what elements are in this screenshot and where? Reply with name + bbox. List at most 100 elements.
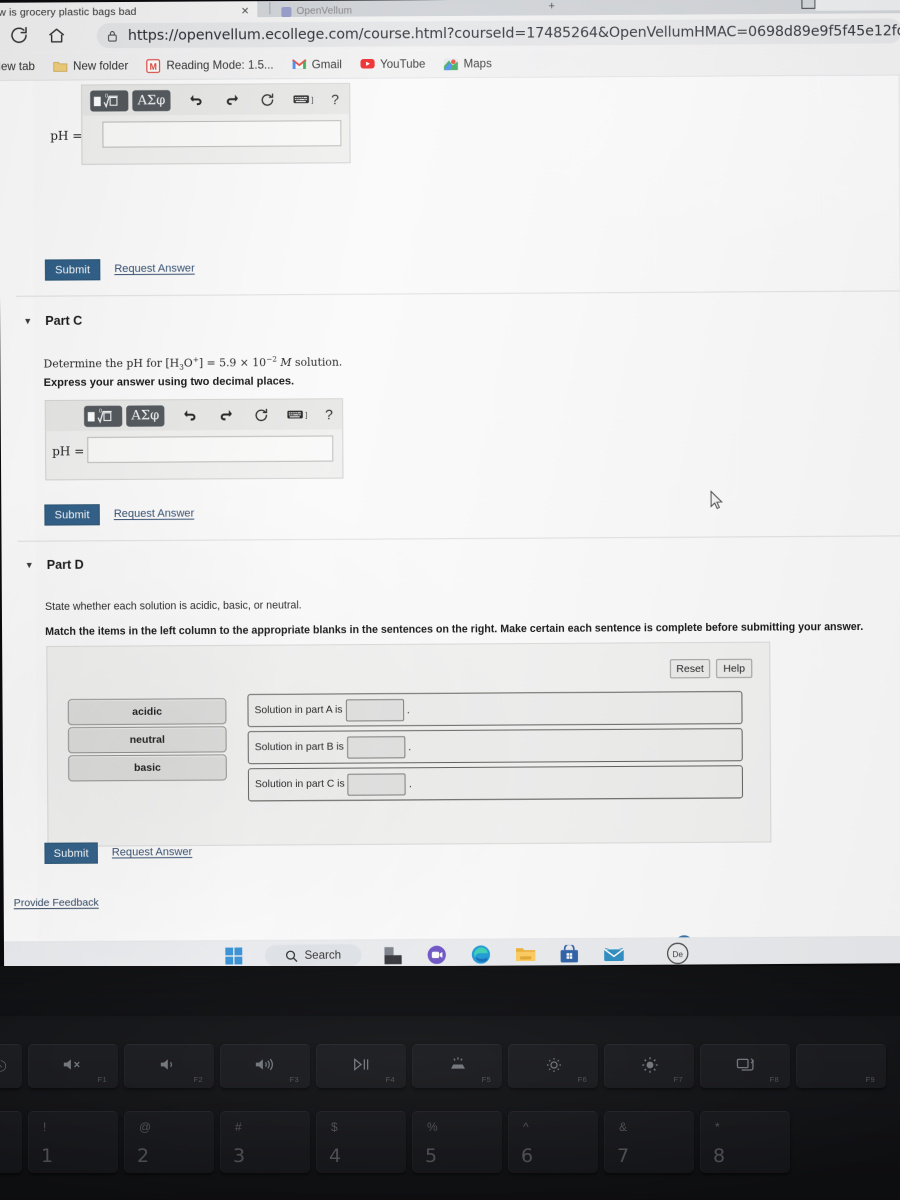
key-5[interactable]: % 5 bbox=[412, 1111, 502, 1173]
reset-icon[interactable] bbox=[249, 404, 273, 425]
help-icon[interactable]: ? bbox=[319, 404, 339, 425]
bookmark-maps[interactable]: Maps bbox=[434, 56, 500, 70]
key-label: F8 bbox=[769, 1075, 779, 1084]
part-d-submit-button[interactable]: Submit bbox=[44, 842, 98, 864]
reset-button[interactable]: Reset bbox=[669, 659, 711, 679]
redo-icon[interactable] bbox=[219, 89, 245, 110]
key-esc-partial[interactable]: ⎋ bbox=[0, 1044, 22, 1088]
keyboard-icon[interactable]: ] bbox=[289, 89, 319, 110]
new-tab-button[interactable]: + bbox=[548, 0, 555, 12]
part-b-answer-input[interactable] bbox=[102, 120, 342, 148]
svg-text:]: ] bbox=[311, 97, 313, 104]
window-maximize-icon[interactable] bbox=[801, 0, 816, 9]
help-icon[interactable]: ? bbox=[325, 88, 345, 109]
key-f3-volume-up[interactable]: F3 bbox=[220, 1044, 310, 1088]
part-c-submit-button[interactable]: Submit bbox=[44, 504, 100, 526]
part-b-answer-box: 0 ΑΣφ ] ? pH = bbox=[50, 82, 351, 165]
key-backtick[interactable]: ~ ` bbox=[0, 1111, 22, 1173]
key-8[interactable]: * 8 bbox=[700, 1111, 790, 1173]
search-button[interactable]: Search bbox=[265, 944, 362, 967]
greek-symbols-button[interactable]: ΑΣφ bbox=[126, 404, 165, 427]
key-7[interactable]: & 7 bbox=[604, 1111, 694, 1173]
part-b-submit-button[interactable]: Submit bbox=[44, 259, 101, 281]
chat-icon[interactable] bbox=[424, 942, 450, 968]
key-4[interactable]: $ 4 bbox=[316, 1111, 406, 1173]
key-f4-play-pause[interactable]: F4 bbox=[316, 1044, 406, 1088]
lock-icon bbox=[106, 29, 119, 43]
undo-icon[interactable] bbox=[182, 89, 208, 110]
sqrt-template-button[interactable]: 0 bbox=[90, 89, 129, 112]
sqrt-template-button[interactable]: 0 bbox=[84, 405, 123, 427]
bookmark-reading-mode[interactable]: M Reading Mode: 1.5... bbox=[137, 58, 282, 73]
bookmark-label: Maps bbox=[463, 57, 492, 70]
q-bracket-open: [H bbox=[165, 356, 180, 370]
bookmark-new-tab[interactable]: New tab bbox=[0, 60, 44, 72]
key-3[interactable]: # 3 bbox=[220, 1111, 310, 1173]
mail-icon[interactable] bbox=[600, 941, 626, 967]
key-f7-brightness-up[interactable]: F7 bbox=[604, 1044, 694, 1088]
task-view-icon[interactable] bbox=[379, 942, 405, 968]
svg-text:De: De bbox=[672, 950, 683, 959]
key-label: F1 bbox=[97, 1075, 107, 1084]
key-label: F6 bbox=[577, 1075, 587, 1084]
bookmark-youtube[interactable]: YouTube bbox=[351, 57, 435, 72]
help-button[interactable]: Help bbox=[716, 658, 753, 679]
home-icon[interactable] bbox=[47, 25, 67, 45]
part-c-answer-input[interactable] bbox=[87, 435, 334, 464]
drop-target-b[interactable] bbox=[346, 735, 406, 759]
provide-feedback-link[interactable]: Provide Feedback bbox=[14, 897, 99, 910]
key-f2-volume-down[interactable]: F2 bbox=[124, 1044, 214, 1088]
bookmark-gmail[interactable]: Gmail bbox=[283, 57, 351, 71]
drag-item-acidic[interactable]: acidic bbox=[67, 698, 227, 726]
part-d-matching-panel: Reset Help acidic neutral basic Solution… bbox=[46, 641, 772, 847]
key-2[interactable]: @ 2 bbox=[124, 1111, 214, 1173]
key-label: F7 bbox=[673, 1075, 683, 1084]
reset-icon[interactable] bbox=[255, 89, 279, 110]
key-6[interactable]: ^ 6 bbox=[508, 1111, 598, 1173]
keyboard-icon[interactable]: ] bbox=[283, 404, 313, 425]
reload-icon[interactable] bbox=[8, 25, 29, 46]
drag-item-basic[interactable]: basic bbox=[68, 754, 227, 782]
q-o: O bbox=[183, 356, 193, 370]
chevron-down-icon[interactable]: ▼ bbox=[25, 559, 34, 569]
key-f5-keyboard-backlight[interactable]: F5 bbox=[412, 1044, 502, 1088]
drop-target-c[interactable] bbox=[347, 772, 406, 796]
chevron-down-icon[interactable]: ▼ bbox=[23, 315, 32, 325]
drop-target-a[interactable] bbox=[345, 698, 404, 722]
greek-symbols-button[interactable]: ΑΣφ bbox=[132, 89, 171, 111]
key-1[interactable]: ! 1 bbox=[28, 1111, 118, 1173]
undo-icon[interactable] bbox=[176, 405, 202, 426]
windows-logo-icon[interactable] bbox=[221, 943, 247, 969]
part-d-header[interactable]: ▼ Part D bbox=[25, 557, 84, 571]
keyboard-bezel bbox=[0, 966, 900, 1016]
sentence-text: Solution in part C is bbox=[254, 778, 345, 791]
microsoft-store-icon[interactable] bbox=[556, 941, 582, 967]
key-f6-brightness-down[interactable]: F6 bbox=[508, 1044, 598, 1088]
screenshot-root: w is grocery plastic bags bad ✕ OpenVell… bbox=[0, 0, 900, 1200]
part-d-title: Part D bbox=[46, 557, 84, 572]
part-c-request-answer-link[interactable]: Request Answer bbox=[114, 508, 195, 521]
sentence-row-a: Solution in part A is . bbox=[247, 690, 743, 728]
part-d-request-answer-link[interactable]: Request Answer bbox=[112, 846, 193, 859]
edge-browser-icon[interactable] bbox=[468, 942, 494, 969]
key-f1-mute[interactable]: F1 bbox=[28, 1044, 118, 1088]
dell-icon[interactable]: De bbox=[665, 940, 691, 966]
drag-item-neutral[interactable]: neutral bbox=[67, 726, 227, 754]
volume-down-icon bbox=[159, 1056, 181, 1077]
volume-up-icon bbox=[254, 1056, 278, 1077]
q-unit: M bbox=[276, 355, 292, 370]
file-explorer-icon[interactable] bbox=[512, 941, 538, 967]
key-upper-label: & bbox=[619, 1120, 628, 1134]
address-bar[interactable]: https://openvellum.ecollege.com/course.h… bbox=[96, 18, 900, 49]
key-f8-display-switch[interactable]: F8 bbox=[700, 1044, 790, 1088]
bookmark-label: New tab bbox=[0, 60, 35, 73]
close-icon[interactable]: ✕ bbox=[241, 6, 249, 17]
part-c-header[interactable]: ▼ Part C bbox=[23, 313, 82, 327]
bookmark-label: Gmail bbox=[311, 58, 342, 71]
sentence-period: . bbox=[408, 777, 413, 790]
part-b-request-answer-link[interactable]: Request Answer bbox=[114, 263, 195, 276]
bookmark-new-folder[interactable]: New folder bbox=[44, 59, 137, 74]
redo-icon[interactable] bbox=[213, 404, 239, 425]
sentence-text: Solution in part B is bbox=[254, 741, 344, 754]
key-f9[interactable]: F9 bbox=[796, 1044, 886, 1088]
